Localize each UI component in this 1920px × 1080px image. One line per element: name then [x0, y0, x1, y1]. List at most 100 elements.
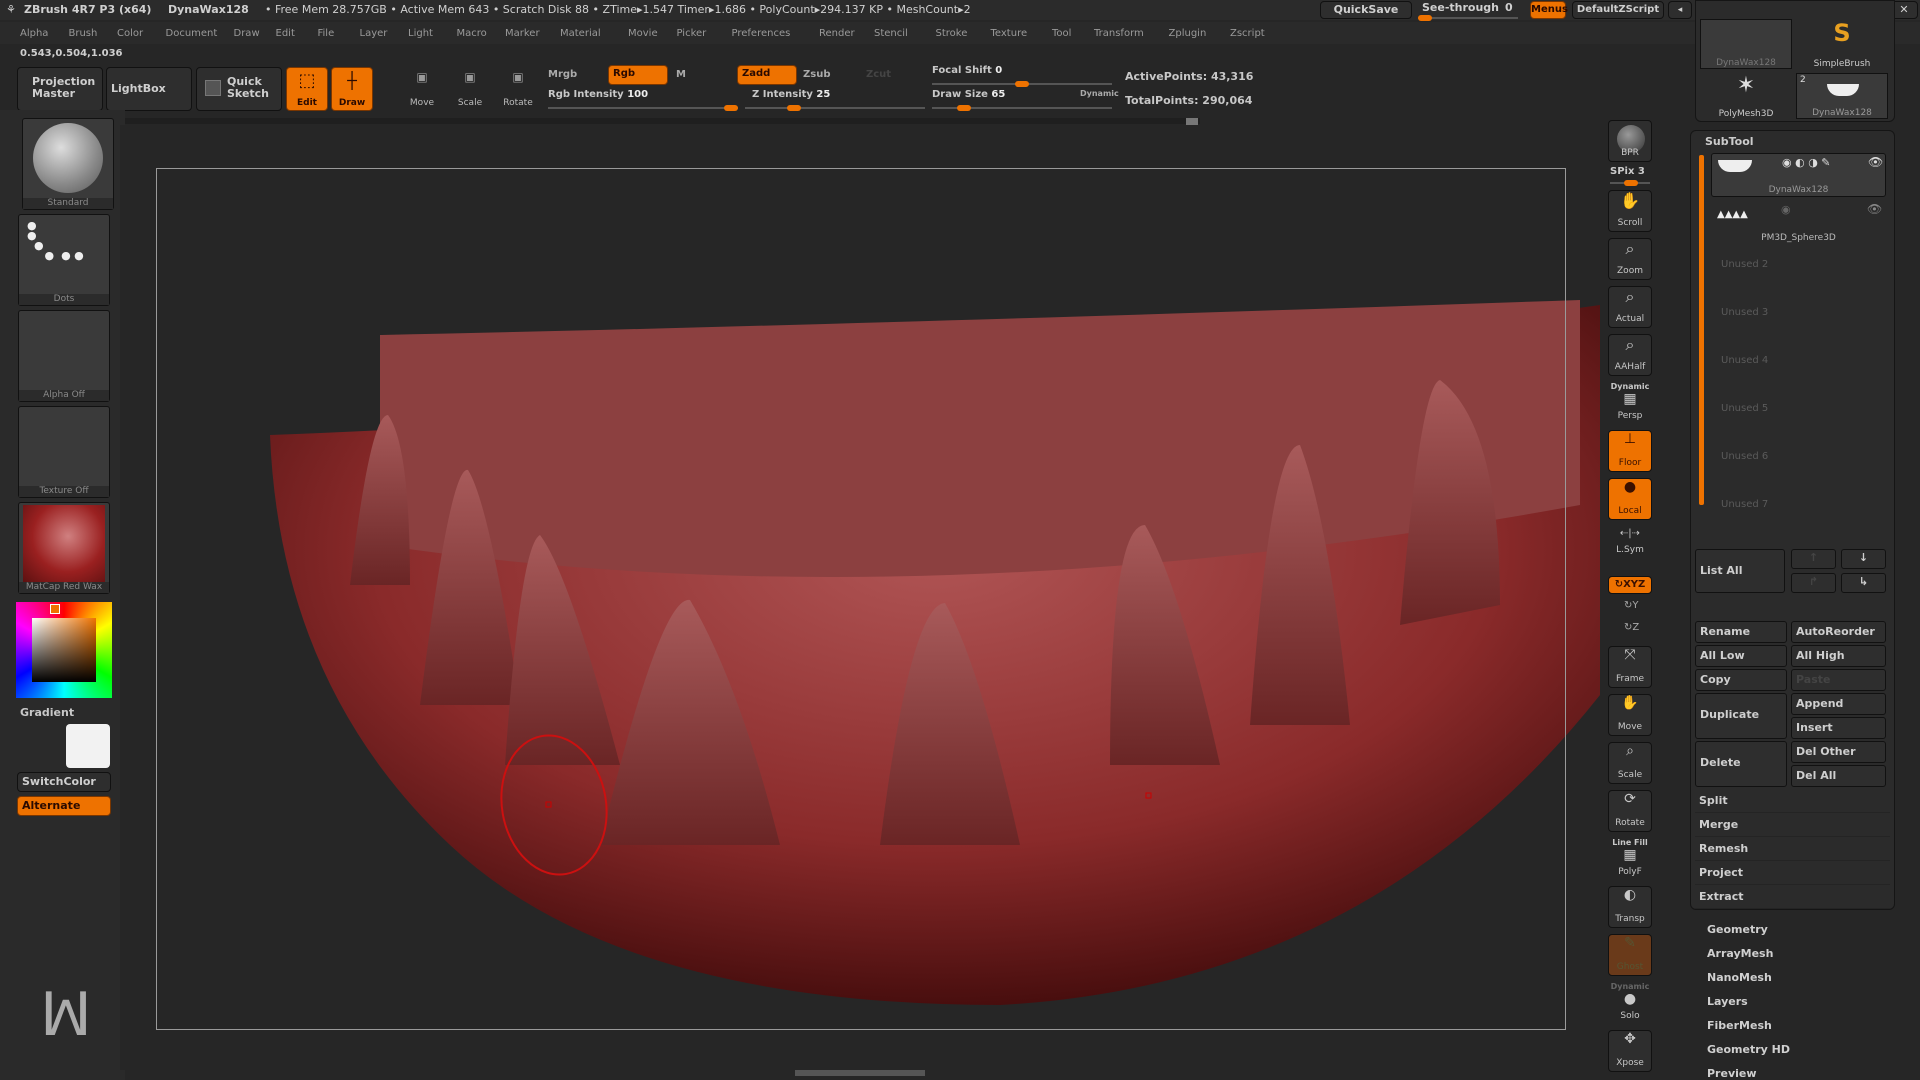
menu-movie[interactable]: Movie — [628, 28, 658, 39]
scale-view-button[interactable]: ⌕ Scale — [1608, 742, 1652, 784]
scroll-button[interactable]: ✋ Scroll — [1608, 190, 1652, 232]
actual-button[interactable]: ⌕ Actual — [1608, 286, 1652, 328]
transp-button[interactable]: ◐ Transp — [1608, 886, 1652, 928]
menu-picker[interactable]: Picker — [677, 28, 707, 39]
tool-section-preview[interactable]: Preview — [1707, 1067, 1757, 1080]
quick-sketch-button[interactable]: Quick Sketch — [196, 67, 282, 111]
persp-button[interactable]: Dynamic ▦ Persp — [1608, 382, 1652, 424]
z-intensity-slider[interactable] — [745, 105, 925, 111]
tool-thumb[interactable]: ✶ PolyMesh3D — [1700, 73, 1792, 119]
subtool-slot-unused[interactable]: Unused 2 — [1721, 259, 1891, 270]
scale-button[interactable]: ▣ Scale — [450, 70, 490, 110]
move-up-icon[interactable]: ↑ — [1791, 549, 1836, 569]
tool-section-layers[interactable]: Layers — [1707, 995, 1748, 1008]
color-picker-square[interactable] — [32, 618, 96, 682]
move-down-icon[interactable]: ↓ — [1841, 549, 1886, 569]
edit-button[interactable]: ⬚ Edit — [286, 67, 328, 111]
menu-preferences[interactable]: Preferences — [732, 28, 791, 39]
menus-button[interactable]: Menus — [1530, 1, 1568, 19]
switchcolor-button[interactable]: SwitchColor — [17, 772, 111, 792]
menu-texture[interactable]: Texture — [991, 28, 1028, 39]
alpha-selector[interactable]: Alpha Off — [18, 310, 110, 402]
subtool-slot-unused[interactable]: Unused 4 — [1721, 355, 1891, 366]
list-all-button[interactable]: List All — [1695, 549, 1785, 593]
tool-section-geometry-hd[interactable]: Geometry HD — [1707, 1043, 1790, 1056]
local-button[interactable]: ● Local — [1608, 478, 1652, 520]
rgb-intensity-slider[interactable] — [548, 105, 738, 111]
rotate-xyz-toggle[interactable]: ↻XYZ — [1608, 576, 1652, 594]
menu-edit[interactable]: Edit — [276, 28, 295, 39]
xpose-button[interactable]: ✥ Xpose — [1608, 1030, 1652, 1072]
tool-section-fibermesh[interactable]: FiberMesh — [1707, 1019, 1772, 1032]
menu-alpha[interactable]: Alpha — [20, 28, 48, 39]
rotate-button[interactable]: ▣ Rotate — [498, 70, 538, 110]
subtool-split-section[interactable]: Split — [1695, 791, 1890, 813]
duplicate-button[interactable]: Duplicate — [1695, 693, 1787, 739]
paste-button[interactable]: Paste — [1791, 669, 1886, 691]
tool-thumb[interactable]: S SimpleBrush — [1796, 19, 1888, 69]
zcut-toggle[interactable]: Zcut — [866, 69, 891, 80]
bpr-button[interactable]: BPR — [1608, 120, 1652, 162]
move-up-group-icon[interactable]: ↱ — [1791, 573, 1836, 593]
autoreorder-button[interactable]: AutoReorder — [1791, 621, 1886, 643]
rename-button[interactable]: Rename — [1695, 621, 1787, 643]
dynamic-toggle[interactable]: Dynamic — [1080, 89, 1119, 98]
menu-marker[interactable]: Marker — [505, 28, 540, 39]
scroll-left-icon[interactable]: ◂ — [1668, 1, 1692, 19]
subtool-slot-unused[interactable]: Unused 6 — [1721, 451, 1891, 462]
texture-selector[interactable]: Texture Off — [18, 406, 110, 498]
menu-transform[interactable]: Transform — [1094, 28, 1144, 39]
menu-render[interactable]: Render — [819, 28, 855, 39]
insert-button[interactable]: Insert — [1791, 717, 1886, 739]
visibility-toggle-icon[interactable]: ◉ ◐ ◑ ✎ — [1782, 156, 1831, 169]
tool-section-arraymesh[interactable]: ArrayMesh — [1707, 947, 1773, 960]
menu-macro[interactable]: Macro — [457, 28, 487, 39]
viewport-bottom-scroll[interactable] — [795, 1070, 925, 1076]
tool-thumb[interactable]: 2 DynaWax128 — [1796, 73, 1888, 119]
frame-button[interactable]: ⤧ Frame — [1608, 646, 1652, 688]
menu-brush[interactable]: Brush — [69, 28, 98, 39]
subtool-item[interactable]: ▲▲▲▲ ◉ 👁 PM3D_Sphere3D — [1711, 201, 1886, 245]
stroke-selector[interactable]: ● ● ● ● ● ● Dots — [18, 214, 110, 306]
zsub-toggle[interactable]: Zsub — [803, 69, 830, 80]
menu-stencil[interactable]: Stencil — [874, 28, 908, 39]
menu-file[interactable]: File — [318, 28, 335, 39]
copy-button[interactable]: Copy — [1695, 669, 1787, 691]
subtool-project-section[interactable]: Project — [1695, 863, 1890, 885]
move-down-group-icon[interactable]: ↳ — [1841, 573, 1886, 593]
floor-button[interactable]: ⊥ Floor — [1608, 430, 1652, 472]
rotate-z-icon[interactable]: ↻Z — [1624, 622, 1639, 633]
rotate-y-icon[interactable]: ↻Y — [1624, 600, 1639, 611]
menu-zscript[interactable]: Zscript — [1230, 28, 1265, 39]
all-low-button[interactable]: All Low — [1695, 645, 1787, 667]
menu-document[interactable]: Document — [166, 28, 218, 39]
focal-shift-slider[interactable] — [932, 81, 1112, 87]
subtool-item-active[interactable]: ◉ ◐ ◑ ✎ 👁 DynaWax128 — [1711, 153, 1886, 197]
rgb-toggle[interactable]: Rgb — [608, 65, 668, 85]
aahalf-button[interactable]: ⌕ AAHalf — [1608, 334, 1652, 376]
secondary-color-swatch[interactable] — [66, 724, 110, 768]
seethrough-slider[interactable] — [1418, 15, 1518, 21]
m-toggle[interactable]: M — [676, 69, 686, 80]
tool-thumb[interactable]: DynaWax128 — [1700, 19, 1792, 69]
lightbox-button[interactable]: LightBox — [106, 67, 192, 111]
append-button[interactable]: Append — [1791, 693, 1886, 715]
brush-selector[interactable]: Standard — [22, 118, 114, 210]
tool-section-nanomesh[interactable]: NanoMesh — [1707, 971, 1772, 984]
alternate-button[interactable]: Alternate — [17, 796, 111, 816]
gradient-toggle[interactable]: Gradient — [20, 706, 74, 719]
del-other-button[interactable]: Del Other — [1791, 741, 1886, 763]
move-view-button[interactable]: ✋ Move — [1608, 694, 1652, 736]
menu-color[interactable]: Color — [117, 28, 143, 39]
all-high-button[interactable]: All High — [1791, 645, 1886, 667]
menu-material[interactable]: Material — [560, 28, 601, 39]
mrgb-toggle[interactable]: Mrgb — [548, 69, 577, 80]
draw-size-slider[interactable] — [932, 105, 1112, 111]
subtool-slot-unused[interactable]: Unused 5 — [1721, 403, 1891, 414]
projection-master-button[interactable]: Projection Master — [17, 67, 103, 111]
visibility-toggle-icon[interactable]: ◉ — [1781, 203, 1791, 216]
menu-draw[interactable]: Draw — [234, 28, 260, 39]
menu-stroke[interactable]: Stroke — [936, 28, 968, 39]
polyf-button[interactable]: Line Fill ▦ PolyF — [1608, 838, 1652, 880]
subtool-merge-section[interactable]: Merge — [1695, 815, 1890, 837]
